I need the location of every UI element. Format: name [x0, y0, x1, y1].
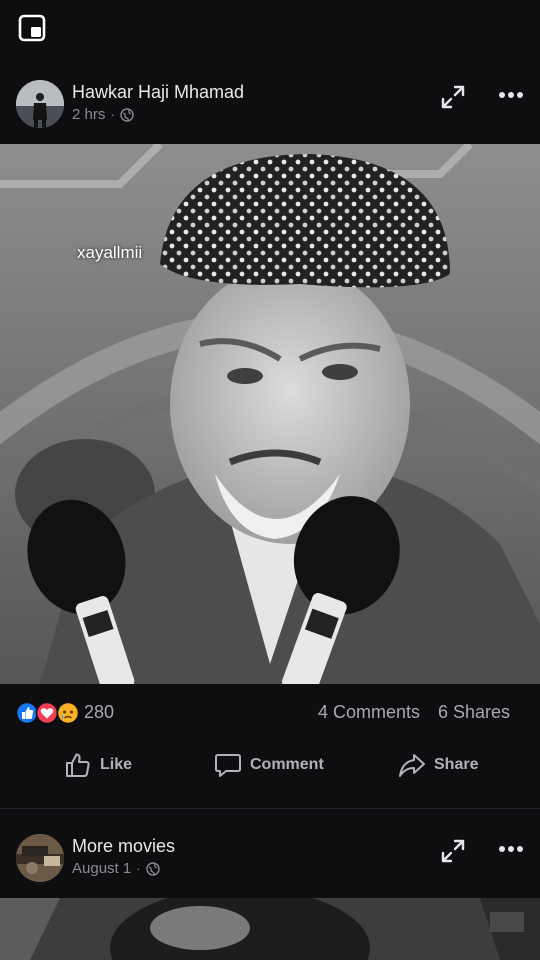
- expand-icon[interactable]: [440, 838, 466, 864]
- picture-in-picture-icon[interactable]: [18, 14, 46, 42]
- share-label: Share: [434, 756, 479, 773]
- post-divider: [0, 808, 540, 809]
- reactions-summary[interactable]: 280 4 Comments 6 Shares: [0, 696, 540, 730]
- thumbs-up-icon: [66, 753, 90, 777]
- meta-separator: ·: [136, 861, 141, 876]
- author-name[interactable]: Hawkar Haji Mhamad: [72, 82, 244, 103]
- more-options-icon[interactable]: [498, 844, 524, 854]
- globe-icon: [145, 861, 160, 876]
- share-arrow-icon: [399, 754, 425, 777]
- more-options-icon[interactable]: [498, 90, 524, 100]
- post-time: 2 hrs: [72, 106, 106, 123]
- video-frame-image: [0, 144, 540, 684]
- post-meta: 2 hrs ·: [72, 106, 134, 123]
- video-frame-image: [0, 898, 540, 960]
- sad-reaction-icon: [56, 701, 80, 725]
- post-header: More movies August 1 ·: [0, 828, 540, 892]
- comment-label: Comment: [250, 756, 324, 773]
- love-reaction-icon: [35, 701, 59, 725]
- post-header: Hawkar Haji Mhamad 2 hrs ·: [0, 74, 540, 138]
- expand-icon[interactable]: [440, 84, 466, 110]
- meta-separator: ·: [110, 107, 115, 122]
- like-label: Like: [100, 756, 133, 773]
- post-meta: August 1 ·: [72, 860, 160, 877]
- share-button[interactable]: Share: [398, 750, 478, 780]
- post-actions: Like Comment Share: [0, 742, 540, 788]
- globe-icon: [120, 107, 134, 122]
- top-bar: [0, 0, 540, 60]
- video-watermark: xayallmii: [77, 243, 143, 262]
- reaction-icons: [16, 701, 80, 725]
- like-button[interactable]: Like: [64, 750, 132, 780]
- avatar[interactable]: [16, 80, 64, 128]
- comment-button[interactable]: Comment: [214, 750, 324, 780]
- avatar[interactable]: [16, 834, 64, 882]
- post-time: August 1: [72, 860, 132, 877]
- shares-count[interactable]: 6 Shares: [438, 702, 510, 723]
- author-name[interactable]: More movies: [72, 836, 175, 857]
- reaction-count[interactable]: 280: [84, 702, 114, 723]
- like-reaction-icon: [16, 701, 39, 725]
- speech-bubble-icon: [215, 754, 241, 777]
- video-player[interactable]: xayallmii: [0, 144, 540, 684]
- comments-count[interactable]: 4 Comments: [318, 702, 420, 723]
- video-player[interactable]: [0, 898, 540, 960]
